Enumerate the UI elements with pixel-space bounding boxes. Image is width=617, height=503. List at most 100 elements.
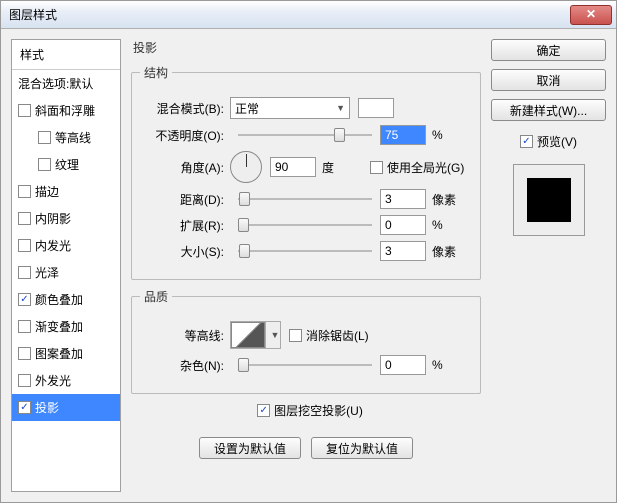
sidebar-item-label: 投影 [35, 399, 59, 416]
knockout-label: 图层挖空投影(U) [274, 402, 363, 419]
global-light-label: 使用全局光(G) [387, 159, 464, 176]
size-slider[interactable] [238, 242, 372, 260]
distance-label: 距离(D): [140, 191, 230, 208]
cancel-button[interactable]: 取消 [491, 69, 606, 91]
sidebar-item-color-overlay[interactable]: 颜色叠加 [12, 286, 120, 313]
dialog-body: 样式 混合选项:默认 斜面和浮雕 等高线 纹理 描边 内阴影 [1, 29, 616, 502]
preview-box [513, 164, 585, 236]
blend-mode-select[interactable]: 正常 ▼ [230, 97, 350, 119]
chevron-down-icon: ▼ [336, 103, 345, 113]
checkbox-icon[interactable] [18, 401, 31, 414]
contour-thumb-icon [231, 322, 265, 348]
sidebar-item-stroke[interactable]: 描边 [12, 178, 120, 205]
checkbox-icon[interactable] [18, 293, 31, 306]
contour-label: 等高线: [140, 327, 230, 344]
style-sidebar: 样式 混合选项:默认 斜面和浮雕 等高线 纹理 描边 内阴影 [11, 39, 121, 492]
sidebar-item-label: 纹理 [55, 156, 79, 173]
sidebar-item-gradient-overlay[interactable]: 渐变叠加 [12, 313, 120, 340]
opacity-input[interactable]: 75 [380, 125, 426, 145]
size-unit: 像素 [432, 243, 472, 260]
preview-label: 预览(V) [537, 133, 577, 150]
noise-input[interactable]: 0 [380, 355, 426, 375]
noise-label: 杂色(N): [140, 357, 230, 374]
sidebar-item-label: 光泽 [35, 264, 59, 281]
checkbox-icon[interactable] [18, 347, 31, 360]
spread-input[interactable]: 0 [380, 215, 426, 235]
angle-input[interactable]: 90 [270, 157, 316, 177]
checkbox-icon [289, 329, 302, 342]
sidebar-item-bevel[interactable]: 斜面和浮雕 [12, 97, 120, 124]
checkbox-icon[interactable] [38, 158, 51, 171]
ok-button[interactable]: 确定 [491, 39, 606, 61]
sidebar-item-satin[interactable]: 光泽 [12, 259, 120, 286]
shadow-color-swatch[interactable] [358, 98, 394, 118]
distance-row: 距离(D): 3 像素 [140, 189, 472, 209]
noise-slider[interactable] [238, 356, 372, 374]
sidebar-item-label: 颜色叠加 [35, 291, 83, 308]
defaults-row: 设置为默认值 复位为默认值 [131, 437, 481, 459]
size-input[interactable]: 3 [380, 241, 426, 261]
checkbox-icon[interactable] [38, 131, 51, 144]
sidebar-item-label: 外发光 [35, 372, 71, 389]
sidebar-item-texture[interactable]: 纹理 [12, 151, 120, 178]
sidebar-item-label: 混合选项:默认 [18, 75, 93, 92]
angle-dial[interactable] [230, 151, 262, 183]
sidebar-item-label: 斜面和浮雕 [35, 102, 95, 119]
sidebar-item-label: 内阴影 [35, 210, 71, 227]
close-button[interactable]: ✕ [570, 5, 612, 25]
knockout-checkbox[interactable]: 图层挖空投影(U) [257, 402, 363, 419]
global-light-checkbox[interactable]: 使用全局光(G) [370, 159, 464, 176]
sidebar-item-label: 内发光 [35, 237, 71, 254]
knockout-row: 图层挖空投影(U) [131, 402, 481, 419]
preview-swatch [527, 178, 571, 222]
sidebar-item-inner-shadow[interactable]: 内阴影 [12, 205, 120, 232]
sidebar-item-label: 等高线 [55, 129, 91, 146]
sidebar-item-outer-glow[interactable]: 外发光 [12, 367, 120, 394]
antialiased-label: 消除锯齿(L) [306, 327, 369, 344]
noise-unit: % [432, 358, 472, 372]
checkbox-icon [257, 404, 270, 417]
distance-unit: 像素 [432, 191, 472, 208]
preview-checkbox[interactable]: 预览(V) [491, 133, 606, 150]
opacity-unit: % [432, 128, 472, 142]
antialiased-checkbox[interactable]: 消除锯齿(L) [289, 327, 369, 344]
checkbox-icon[interactable] [18, 266, 31, 279]
sidebar-item-label: 渐变叠加 [35, 318, 83, 335]
spread-unit: % [432, 218, 472, 232]
checkbox-icon[interactable] [18, 212, 31, 225]
size-row: 大小(S): 3 像素 [140, 241, 472, 261]
sidebar-header: 样式 [12, 40, 120, 70]
checkbox-icon[interactable] [18, 239, 31, 252]
sidebar-item-contour[interactable]: 等高线 [12, 124, 120, 151]
spread-slider[interactable] [238, 216, 372, 234]
right-panel: 确定 取消 新建样式(W)... 预览(V) [491, 39, 606, 492]
angle-label: 角度(A): [140, 159, 230, 176]
blend-mode-value: 正常 [235, 100, 259, 117]
sidebar-item-label: 图案叠加 [35, 345, 83, 362]
reset-default-button[interactable]: 复位为默认值 [311, 437, 413, 459]
sidebar-item-pattern-overlay[interactable]: 图案叠加 [12, 340, 120, 367]
checkbox-icon [520, 135, 533, 148]
quality-legend: 品质 [140, 288, 172, 305]
size-label: 大小(S): [140, 243, 230, 260]
checkbox-icon[interactable] [18, 104, 31, 117]
titlebar: 图层样式 ✕ [1, 1, 616, 29]
angle-unit: 度 [322, 159, 362, 176]
layer-style-dialog: 图层样式 ✕ 样式 混合选项:默认 斜面和浮雕 等高线 纹理 描边 [0, 0, 617, 503]
contour-picker[interactable]: ▼ [230, 321, 281, 349]
new-style-button[interactable]: 新建样式(W)... [491, 99, 606, 121]
contour-row: 等高线: ▼ 消除锯齿(L) [140, 321, 472, 349]
sidebar-blend-options[interactable]: 混合选项:默认 [12, 70, 120, 97]
distance-input[interactable]: 3 [380, 189, 426, 209]
structure-group: 结构 混合模式(B): 正常 ▼ 不透明度(O): 75 % [131, 64, 481, 280]
distance-slider[interactable] [238, 190, 372, 208]
checkbox-icon [370, 161, 383, 174]
checkbox-icon[interactable] [18, 185, 31, 198]
sidebar-item-drop-shadow[interactable]: 投影 [12, 394, 120, 421]
sidebar-item-inner-glow[interactable]: 内发光 [12, 232, 120, 259]
opacity-row: 不透明度(O): 75 % [140, 125, 472, 145]
checkbox-icon[interactable] [18, 320, 31, 333]
checkbox-icon[interactable] [18, 374, 31, 387]
make-default-button[interactable]: 设置为默认值 [199, 437, 301, 459]
opacity-slider[interactable] [238, 126, 372, 144]
